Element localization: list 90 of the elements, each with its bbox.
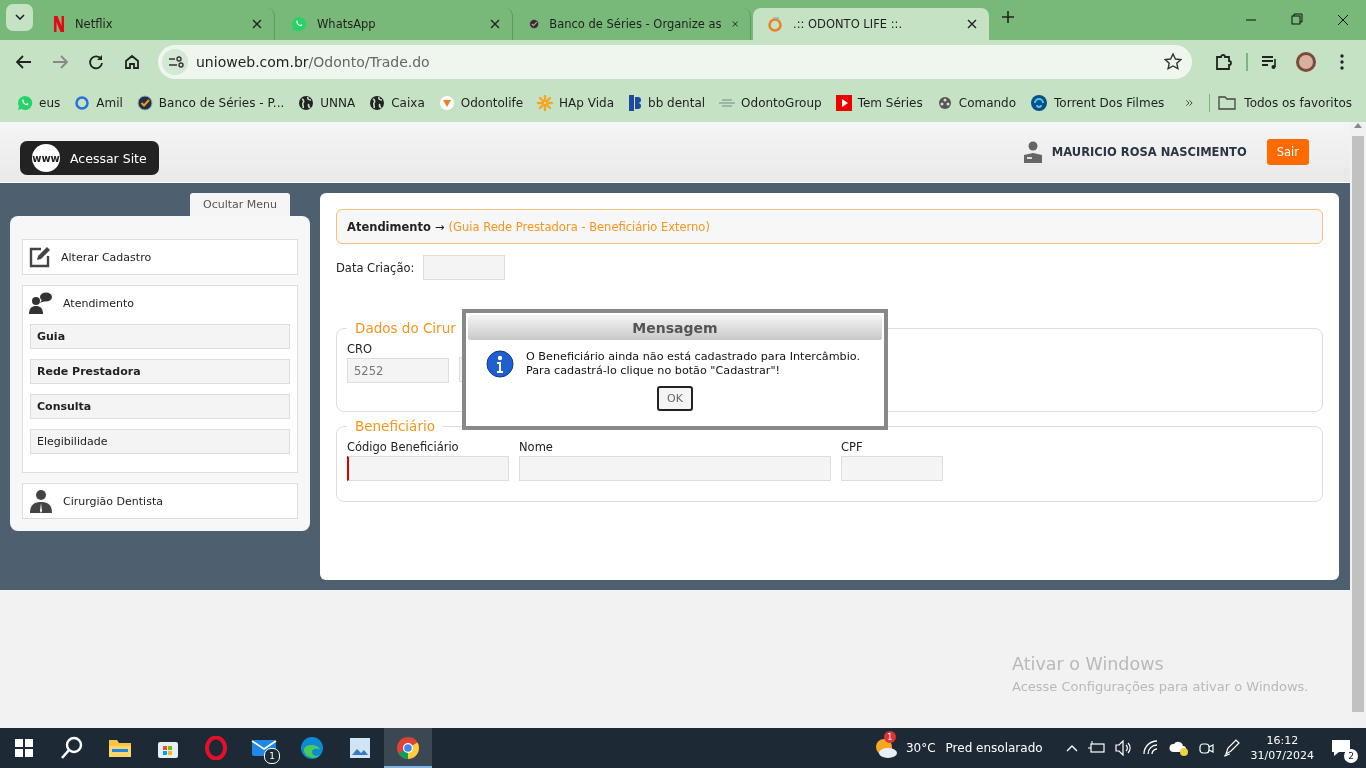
address-field[interactable]: unioweb.com.br/Odonto/Trade.do <box>158 45 1192 79</box>
speaker-icon[interactable] <box>1114 740 1133 756</box>
bookmark-link[interactable]: Torrent Dos Filmes <box>1023 94 1172 112</box>
info-icon <box>486 350 514 378</box>
close-icon[interactable] <box>252 19 262 29</box>
bookmark-link[interactable]: HAp Vida <box>530 95 621 111</box>
folder-icon <box>1218 96 1237 110</box>
close-icon[interactable] <box>490 19 500 29</box>
field-label: CRO <box>347 342 374 356</box>
weather-widget[interactable]: 1 30°C Pred ensolarado <box>873 728 1043 768</box>
globe-icon <box>298 95 315 111</box>
bookmark-star-icon[interactable] <box>1164 53 1182 71</box>
field-label: Código Beneficiário <box>347 440 460 454</box>
power-plug-icon[interactable] <box>1087 741 1106 755</box>
chevron-up-icon[interactable] <box>1064 743 1079 753</box>
input-field[interactable] <box>423 255 506 280</box>
tab-search-button[interactable] <box>6 3 33 31</box>
opera-o-icon[interactable] <box>205 736 227 760</box>
chat-bubble-icon <box>1331 739 1351 757</box>
pen-icon[interactable] <box>1222 739 1241 757</box>
submenu-item[interactable]: Rede Prestadora <box>30 359 290 384</box>
chrome-icon[interactable] <box>396 736 420 760</box>
bookmark-link[interactable]: Caixa <box>362 95 432 111</box>
play-icon <box>835 95 852 111</box>
user-name: MAURICIO ROSA NASCIMENTO <box>1051 145 1247 159</box>
globe-icon <box>369 95 386 111</box>
bookmark-link[interactable]: Comando <box>929 95 1024 111</box>
person-icon <box>29 489 53 513</box>
camera-icon[interactable] <box>1197 740 1214 756</box>
dialog-message: O Beneficiário ainda não está cadastrado para Intercâmbio. Para cadastrá-lo clique no botão "Cadastrar"! <box>526 350 861 378</box>
close-icon[interactable] <box>967 19 977 29</box>
person-speech-icon <box>29 292 53 314</box>
hide-menu-tab[interactable]: Ocultar Menu <box>190 193 290 216</box>
bookmark-link[interactable]: Banco de Séries - P... <box>129 95 292 111</box>
netflix-icon <box>53 16 65 32</box>
wifi-icon[interactable] <box>1141 740 1160 756</box>
count-badge: 1 <box>264 748 280 764</box>
edge-icon[interactable] <box>300 736 324 760</box>
submenu-item[interactable]: Guia <box>30 324 290 349</box>
field-label: Data Criação: <box>336 260 415 275</box>
check-circle-icon <box>136 95 153 111</box>
ring-icon <box>767 16 783 32</box>
logo-icon <box>719 98 736 108</box>
bookmark-link[interactable]: Odontolife <box>431 95 531 111</box>
activation-text: Acesse Configurações para ativar o Windows. <box>1012 679 1309 694</box>
image-icon[interactable] <box>349 737 371 759</box>
input-field[interactable] <box>519 456 831 481</box>
bookmark-link[interactable]: Tem Séries <box>828 95 930 111</box>
bookmark-link[interactable]: bb dental <box>621 95 713 111</box>
bookmark-link[interactable]: OdontoGroup <box>712 96 829 110</box>
all-bookmarks-link[interactable]: Todos os favoritos <box>1210 96 1366 110</box>
field-label: CPF <box>841 440 864 454</box>
ring-icon <box>74 95 91 111</box>
section-title: Dados do Cirur <box>354 320 457 336</box>
whatsapp-icon <box>17 95 33 111</box>
bookmark-link[interactable]: eus <box>10 95 68 111</box>
caret-icon <box>14 14 25 20</box>
ok-button[interactable]: OK <box>657 386 693 411</box>
bookmark-link[interactable]: UNNA <box>291 95 363 111</box>
flower-icon <box>537 95 554 111</box>
field-label: Nome <box>519 440 554 454</box>
submenu-item[interactable]: Elegibilidade <box>30 429 290 454</box>
bb-logo-icon <box>628 95 642 111</box>
clock[interactable]: 16:12 31/07/2024 <box>1250 733 1314 763</box>
user-icon <box>1023 141 1042 163</box>
section-title: Beneficiário <box>354 418 436 434</box>
browser-tab[interactable]: .:: ODONTO LIFE ::. <box>753 8 989 40</box>
input-field[interactable] <box>841 456 943 481</box>
input-field[interactable]: 5252 <box>347 358 449 383</box>
dialog-titlebar: Mensagem <box>468 315 882 340</box>
cloud-warning-icon[interactable] <box>1168 740 1189 756</box>
bookmark-link[interactable]: Amil <box>67 95 130 111</box>
new-tab-icon[interactable] <box>1001 10 1015 24</box>
alert-badge: 1 <box>883 731 896 743</box>
edit-icon <box>29 246 51 268</box>
film-reel-icon <box>936 95 953 111</box>
sidebar-item[interactable]: Atendimento <box>29 292 291 314</box>
swirl-icon <box>1030 94 1049 112</box>
folder-icon[interactable] <box>108 738 132 758</box>
input-field[interactable] <box>347 456 509 481</box>
breadcrumb: Atendimento → (Guia Rede Prestadora - Beneficiário Externo) <box>336 209 1323 244</box>
check-circle-icon <box>529 16 540 32</box>
search-icon[interactable] <box>60 736 84 760</box>
www-badge: www <box>32 144 60 172</box>
activation-title: Ativar o Windows <box>1012 654 1165 674</box>
windows-start-icon[interactable] <box>15 739 33 757</box>
site-button[interactable]: www Acessar Site <box>20 141 159 175</box>
count-badge: 2 <box>1344 749 1358 763</box>
whatsapp-icon <box>291 16 307 32</box>
submenu-item[interactable]: Consulta <box>30 394 290 419</box>
